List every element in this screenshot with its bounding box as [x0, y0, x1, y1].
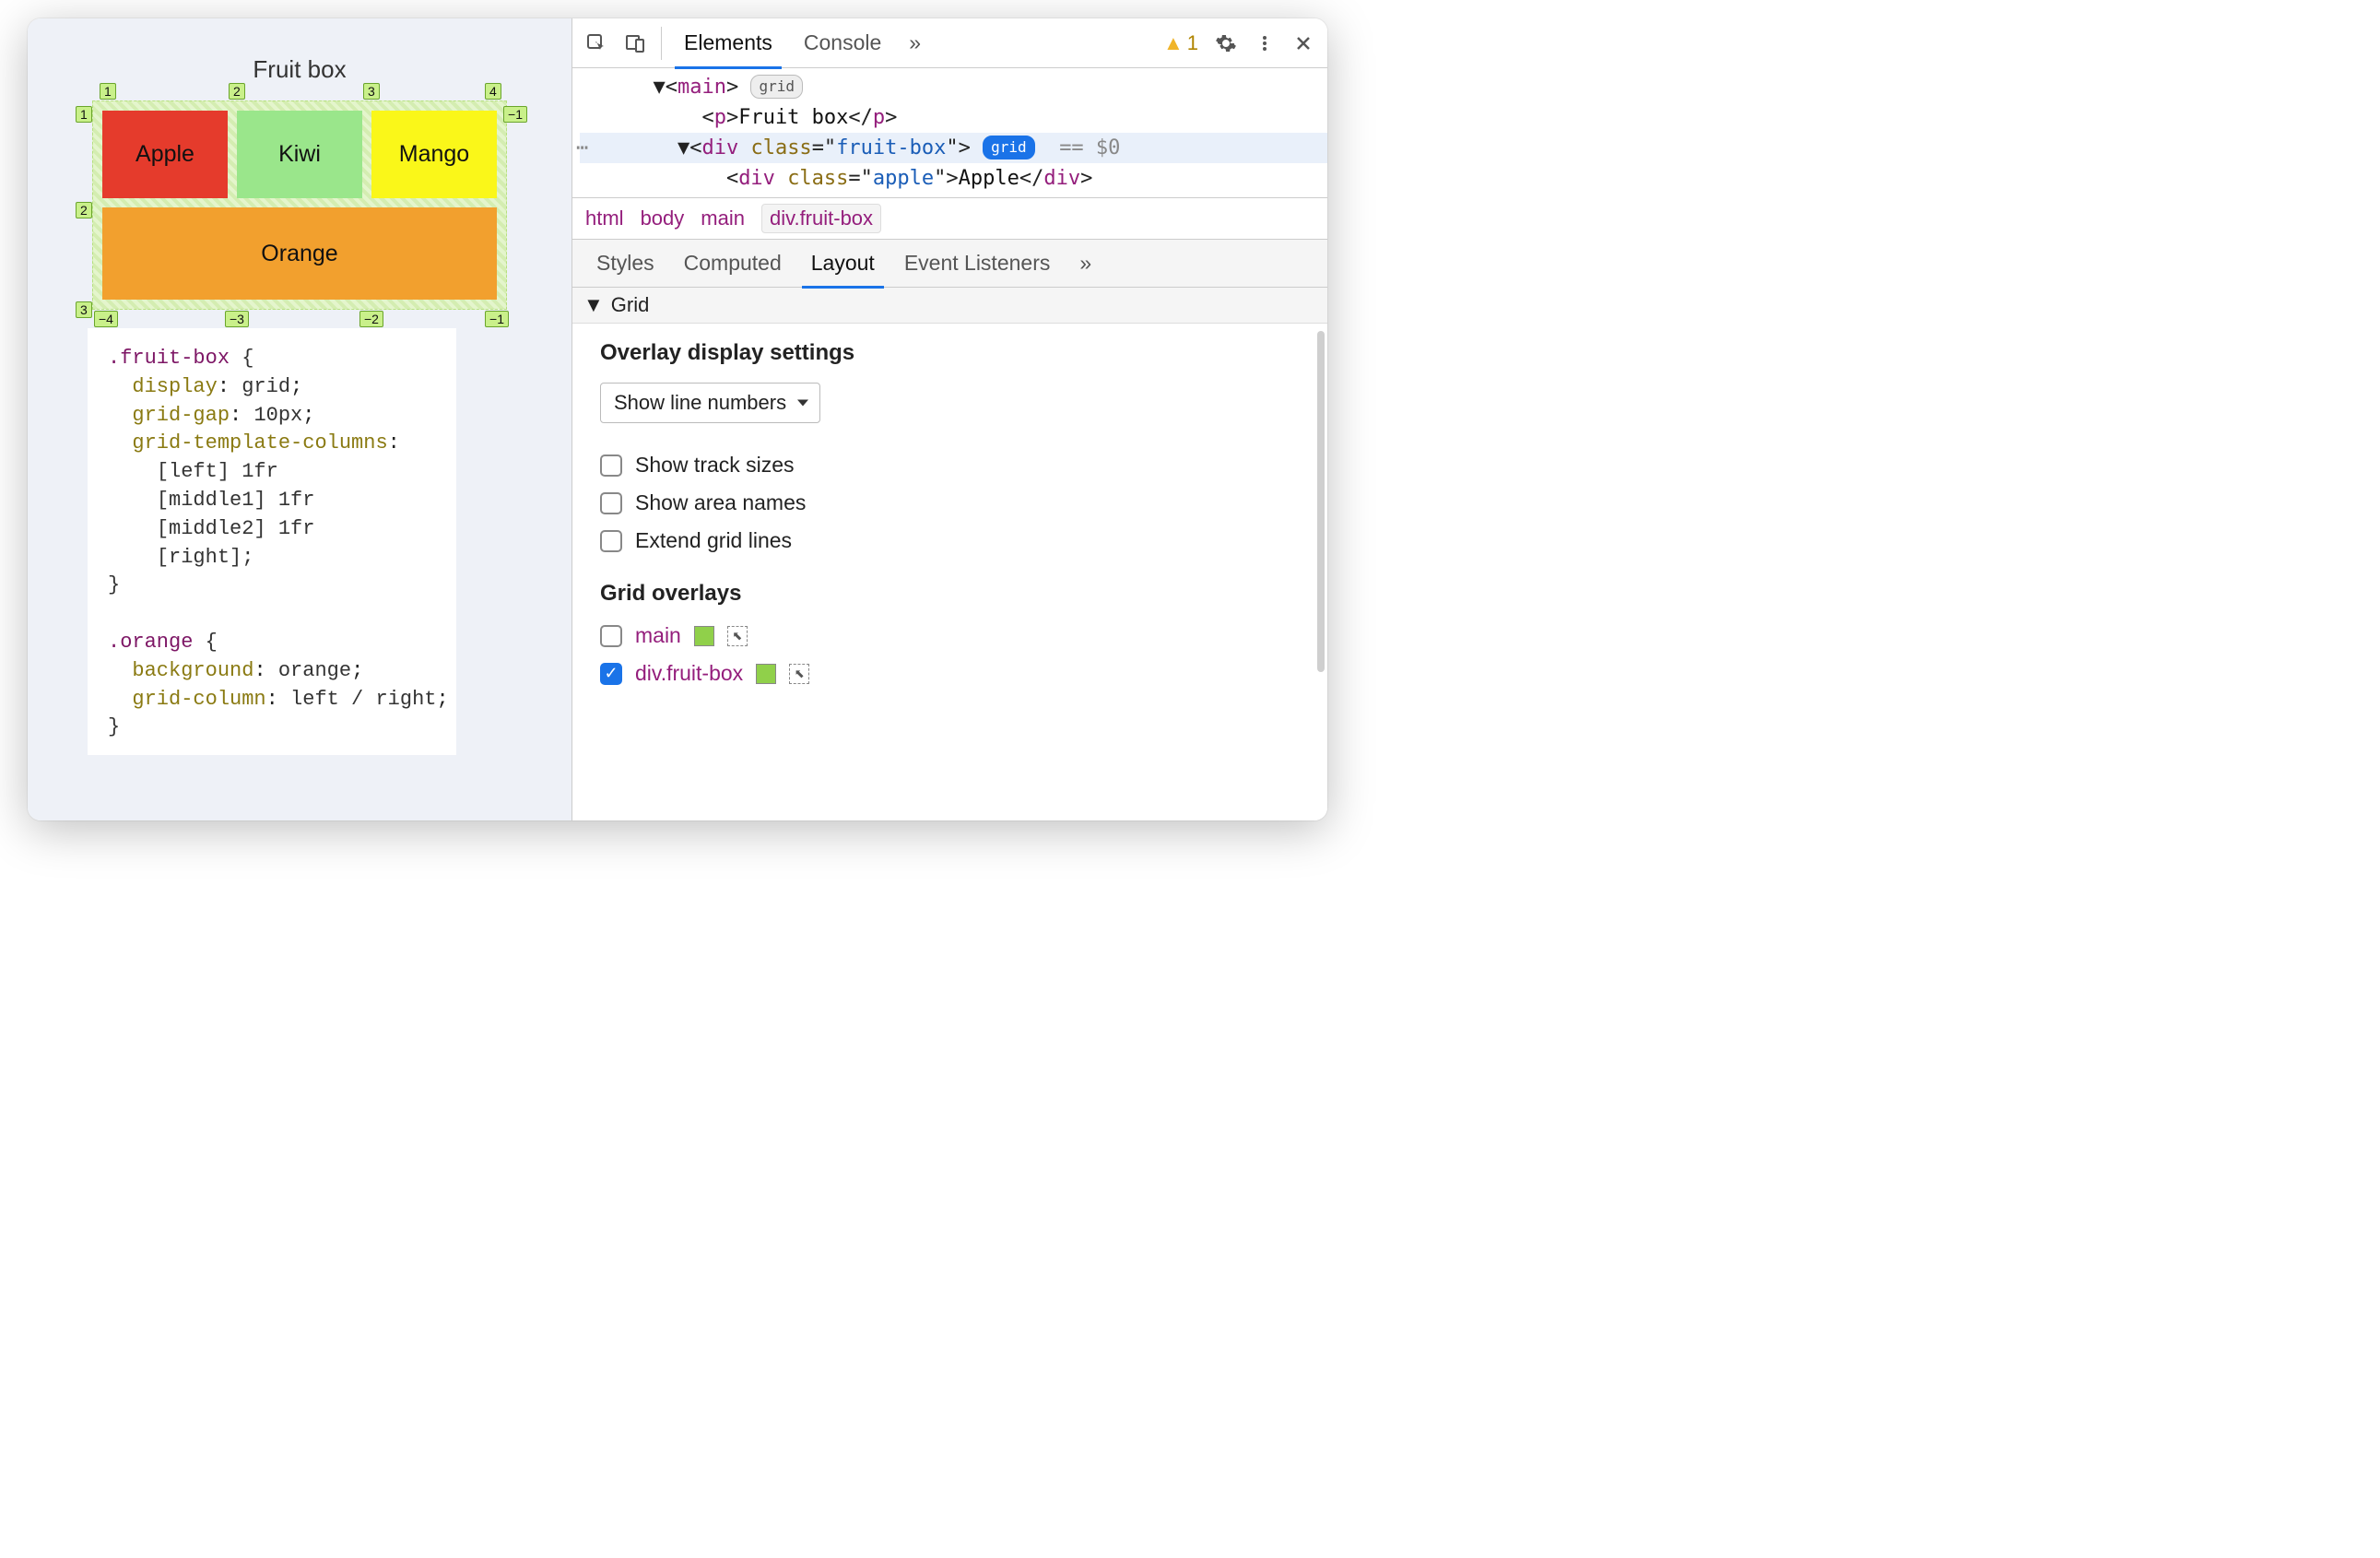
inspect-icon[interactable]	[580, 27, 613, 60]
dom-line-fruitbox[interactable]: ⋯ ▼<div class="fruit-box"> grid == $0	[580, 133, 1327, 163]
grid-line-top-1: 1	[100, 83, 116, 100]
grid-section-header[interactable]: ▼ Grid	[572, 288, 1327, 324]
cell-mango[interactable]: Mango	[371, 111, 497, 198]
overlay-row-fruitbox[interactable]: ✓ div.fruit-box ⬉	[600, 661, 1300, 686]
overlay-row-main[interactable]: main ⬉	[600, 623, 1300, 648]
grid-line-bot-2: −3	[225, 311, 249, 327]
disclosure-triangle-icon[interactable]: ▼	[583, 293, 604, 317]
check-track-sizes-row[interactable]: Show track sizes	[600, 453, 1300, 478]
crumb-fruitbox[interactable]: div.fruit-box	[761, 204, 881, 233]
cell-kiwi[interactable]: Kiwi	[237, 111, 362, 198]
gear-icon[interactable]	[1209, 27, 1243, 60]
subtab-styles[interactable]: Styles	[582, 240, 669, 288]
dom-line-apple[interactable]: <div class="apple">Apple</div>	[580, 163, 1327, 194]
css-snippet: .fruit-box { display: grid; grid-gap: 10…	[88, 328, 456, 755]
overlay-check-fruitbox[interactable]: ✓	[600, 663, 622, 685]
check-area-names-row[interactable]: Show area names	[600, 490, 1300, 515]
page-viewport: Fruit box Apple Kiwi Mango Orange 1 2 3 …	[28, 18, 571, 820]
overlay-swatch-main[interactable]	[694, 626, 714, 646]
grid-overlays-title: Grid overlays	[600, 581, 1300, 607]
grid-line-top-4: 4	[485, 83, 501, 100]
dom-ellipsis-icon[interactable]: ⋯	[576, 133, 588, 163]
overlay-name-fruitbox[interactable]: div.fruit-box	[635, 661, 743, 686]
styles-tabs: Styles Computed Layout Event Listeners »	[572, 240, 1327, 288]
tab-elements[interactable]: Elements	[671, 18, 785, 68]
reveal-icon[interactable]: ⬉	[789, 664, 809, 684]
kebab-icon[interactable]	[1248, 27, 1281, 60]
crumb-html[interactable]: html	[585, 207, 624, 230]
grid-overlay-wrap: Apple Kiwi Mango Orange 1 2 3 4 1 2 3 −1…	[92, 100, 507, 310]
check-extend-lines-row[interactable]: Extend grid lines	[600, 528, 1300, 553]
breadcrumb[interactable]: html body main div.fruit-box	[572, 198, 1327, 240]
tabs-overflow-icon[interactable]: »	[900, 30, 930, 55]
grid-line-bot-4: −1	[485, 311, 509, 327]
line-numbers-select[interactable]: Show line numbers	[600, 383, 820, 423]
subtab-layout[interactable]: Layout	[796, 240, 890, 288]
overlay-name-main[interactable]: main	[635, 623, 681, 648]
page-title: Fruit box	[46, 55, 553, 84]
grid-line-left-1: 1	[76, 106, 92, 123]
device-toggle-icon[interactable]	[619, 27, 652, 60]
reveal-icon[interactable]: ⬉	[727, 626, 748, 646]
grid-line-left-3: 3	[76, 301, 92, 318]
subtab-listeners[interactable]: Event Listeners	[890, 240, 1066, 288]
grid-line-left-2: 2	[76, 202, 92, 218]
close-icon[interactable]	[1287, 27, 1320, 60]
scrollbar[interactable]	[1317, 331, 1325, 672]
fruit-box-grid[interactable]: Apple Kiwi Mango Orange	[92, 100, 507, 310]
grid-line-top-2: 2	[229, 83, 245, 100]
grid-line-right-1: −1	[503, 106, 527, 123]
checkbox-extend-lines[interactable]	[600, 530, 622, 552]
grid-line-top-3: 3	[363, 83, 380, 100]
subtab-more[interactable]: »	[1065, 240, 1106, 288]
dom-line-p[interactable]: <p>Fruit box</p>	[580, 102, 1327, 133]
overlay-swatch-fruitbox[interactable]	[756, 664, 776, 684]
warning-count[interactable]: ▲ 1	[1163, 31, 1198, 55]
cell-orange[interactable]: Orange	[102, 207, 497, 300]
devtools-toolbar: Elements Console » ▲ 1	[572, 18, 1327, 68]
checkbox-area-names[interactable]	[600, 492, 622, 514]
subtab-computed[interactable]: Computed	[669, 240, 796, 288]
overlay-check-main[interactable]	[600, 625, 622, 647]
crumb-body[interactable]: body	[641, 207, 685, 230]
dom-line-main[interactable]: ▼<main> grid	[580, 72, 1327, 102]
crumb-main[interactable]: main	[701, 207, 745, 230]
grid-section-body: Overlay display settings Show line numbe…	[572, 324, 1327, 708]
devtools: Elements Console » ▲ 1 ▼<main> grid <p>F…	[571, 18, 1327, 820]
window: Fruit box Apple Kiwi Mango Orange 1 2 3 …	[28, 18, 1327, 820]
tab-console[interactable]: Console	[791, 18, 894, 68]
grid-line-bot-3: −2	[359, 311, 383, 327]
dom-tree[interactable]: ▼<main> grid <p>Fruit box</p> ⋯ ▼<div cl…	[572, 68, 1327, 198]
checkbox-track-sizes[interactable]	[600, 454, 622, 477]
cell-apple[interactable]: Apple	[102, 111, 228, 198]
overlay-settings-title: Overlay display settings	[600, 340, 1300, 366]
grid-line-bot-1: −4	[94, 311, 118, 327]
warning-icon: ▲	[1163, 31, 1184, 55]
